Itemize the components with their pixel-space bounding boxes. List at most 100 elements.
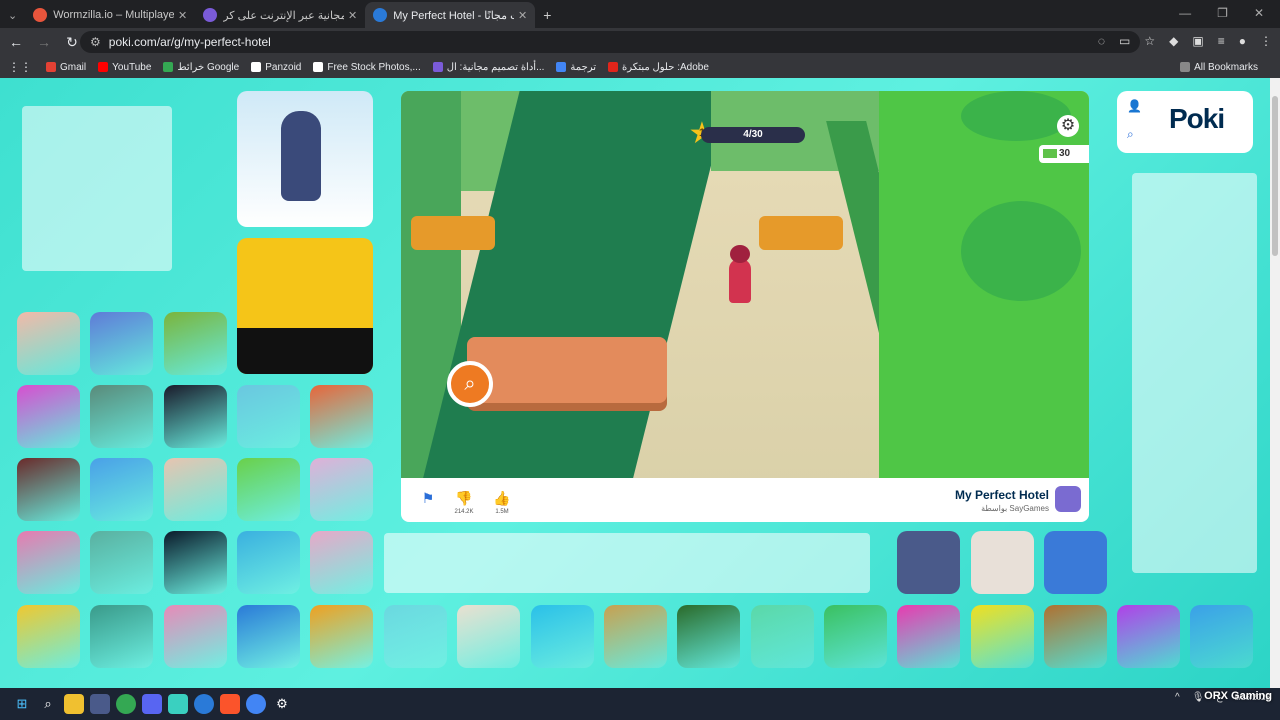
bookmark-panzoid[interactable]: Panzoid [251, 62, 301, 73]
magnifier-icon[interactable]: ⌕ [447, 361, 493, 407]
game-tile[interactable] [824, 605, 887, 668]
like-button[interactable]: 👍 1.5M [487, 490, 517, 515]
game-tile[interactable] [164, 605, 227, 668]
menu-icon[interactable]: ⋮ [1260, 34, 1272, 48]
game-tile[interactable] [310, 458, 373, 521]
star-icon[interactable]: ☆ [1144, 34, 1155, 48]
game-tile[interactable] [677, 605, 740, 668]
close-icon[interactable]: ✕ [178, 9, 187, 22]
bookmark-canva[interactable]: أداة تصميم مجانية: ال... [432, 62, 544, 73]
minimize-icon[interactable]: — [1179, 6, 1191, 20]
close-icon[interactable]: ✕ [348, 9, 357, 22]
game-tile[interactable] [17, 385, 80, 448]
game-tile[interactable] [897, 531, 960, 594]
address-bar[interactable]: ⚙ poki.com/ar/g/my-perfect-hotel [80, 31, 1140, 53]
game-tile[interactable] [17, 531, 80, 594]
site-info-icon[interactable]: ⚙ [90, 35, 101, 49]
game-tile[interactable] [164, 458, 227, 521]
settings-icon[interactable]: ⚙ [272, 694, 292, 714]
game-tile[interactable] [384, 605, 447, 668]
game-tile[interactable] [310, 605, 373, 668]
window-controls: — ❐ ✕ [1163, 0, 1280, 26]
close-icon[interactable]: ✕ [518, 9, 527, 22]
game-tile[interactable] [604, 605, 667, 668]
extension-icon[interactable]: ◆ [1169, 34, 1178, 48]
maximize-icon[interactable]: ❐ [1217, 6, 1228, 20]
close-window-icon[interactable]: ✕ [1254, 6, 1264, 20]
file-explorer-icon[interactable] [64, 694, 84, 714]
cast-icon[interactable]: ▭ [1119, 34, 1130, 48]
back-icon[interactable]: ← [4, 34, 28, 50]
game-tile-featured-silhouette[interactable] [237, 238, 373, 374]
brave-icon[interactable] [220, 694, 240, 714]
settings-gear-icon[interactable]: ⚙ [1057, 115, 1079, 137]
game-tile[interactable] [1044, 605, 1107, 668]
game-tile[interactable] [1190, 605, 1253, 668]
scrollbar-thumb[interactable] [1272, 96, 1278, 256]
bookmark-adobe[interactable]: حلول مبتكرة :Adobe [608, 62, 709, 73]
game-tile[interactable] [17, 605, 80, 668]
game-tile[interactable] [457, 605, 520, 668]
bookmark-maps[interactable]: خرائط Google [163, 62, 239, 73]
game-tile[interactable] [1044, 531, 1107, 594]
user-icon[interactable]: 👤 [1127, 99, 1142, 113]
game-tile[interactable] [237, 458, 300, 521]
discord-icon[interactable] [142, 694, 162, 714]
chevron-up-icon[interactable]: ^ [1175, 692, 1180, 703]
all-bookmarks[interactable]: All Bookmarks [1180, 62, 1258, 73]
game-tile[interactable] [17, 458, 80, 521]
scrollbar[interactable] [1270, 78, 1280, 688]
game-tile[interactable] [971, 605, 1034, 668]
forward-icon[interactable]: → [32, 34, 56, 50]
game-tile[interactable] [237, 605, 300, 668]
avatar[interactable]: ● [1239, 34, 1246, 48]
new-tab-icon[interactable]: + [543, 7, 551, 23]
bookmarks-bar: ⋮⋮ Gmail YouTube خرائط Google Panzoid Fr… [0, 56, 1280, 78]
microphone-icon[interactable]: 🎙 [1192, 692, 1205, 703]
game-canvas[interactable]: ★ 1 4/30 ⚙ 30 ⌕ [401, 91, 1089, 521]
game-tile[interactable] [1117, 605, 1180, 668]
chrome-icon[interactable] [116, 694, 136, 714]
game-developer: بواسطة SayGames [981, 504, 1049, 513]
game-tile[interactable] [237, 385, 300, 448]
windows-start-icon[interactable]: ⊞ [12, 694, 32, 714]
game-tile-featured-waiter[interactable] [237, 91, 373, 227]
eye-off-icon[interactable]: ◌ [1098, 34, 1105, 48]
app-icon[interactable] [194, 694, 214, 714]
tab-poki-arabic[interactable]: ألعاب مجانية عبر الإنترنت على كر ✕ [195, 2, 365, 28]
bookmark-gmail[interactable]: Gmail [46, 62, 86, 73]
game-tile[interactable] [90, 605, 153, 668]
puzzle-icon[interactable]: ▣ [1192, 34, 1203, 48]
game-tile[interactable] [164, 385, 227, 448]
dislike-button[interactable]: 👎 214.2K [449, 490, 479, 515]
bookmark-youtube[interactable]: YouTube [98, 62, 151, 73]
search-icon[interactable]: ⌕ [1127, 127, 1134, 142]
game-tile[interactable] [90, 531, 153, 594]
apps-icon[interactable]: ⋮⋮ [8, 60, 32, 74]
game-tile[interactable] [897, 605, 960, 668]
game-tile[interactable] [310, 531, 373, 594]
game-tile[interactable] [17, 312, 80, 375]
bookmark-stock-photos[interactable]: Free Stock Photos,... [313, 62, 421, 73]
search-icon[interactable]: ⌕ [38, 694, 58, 714]
game-tile[interactable] [751, 605, 814, 668]
game-tile[interactable] [90, 458, 153, 521]
game-tile[interactable] [237, 531, 300, 594]
game-tile[interactable] [531, 605, 594, 668]
reading-list-icon[interactable]: ≡ [1218, 34, 1225, 48]
game-tile[interactable] [164, 312, 227, 375]
game-tile[interactable] [90, 312, 153, 375]
report-button[interactable]: ⚑ [413, 490, 443, 507]
tab-wormzilla[interactable]: Wormzilla.io – Multiplayer Snak ✕ [25, 2, 195, 28]
tab-search-icon[interactable]: ⌄ [8, 9, 17, 22]
app-icon[interactable] [90, 694, 110, 714]
game-tile[interactable] [310, 385, 373, 448]
chrome-icon[interactable] [246, 694, 266, 714]
bookmark-translate[interactable]: ترجمة [556, 62, 596, 73]
game-tile[interactable] [90, 385, 153, 448]
poki-logo[interactable]: Poki [1169, 103, 1225, 135]
app-icon[interactable] [168, 694, 188, 714]
tab-my-perfect-hotel[interactable]: My Perfect Hotel - الإنترنت مجانًا ✕ [365, 2, 536, 28]
game-tile[interactable] [164, 531, 227, 594]
game-tile[interactable] [971, 531, 1034, 594]
